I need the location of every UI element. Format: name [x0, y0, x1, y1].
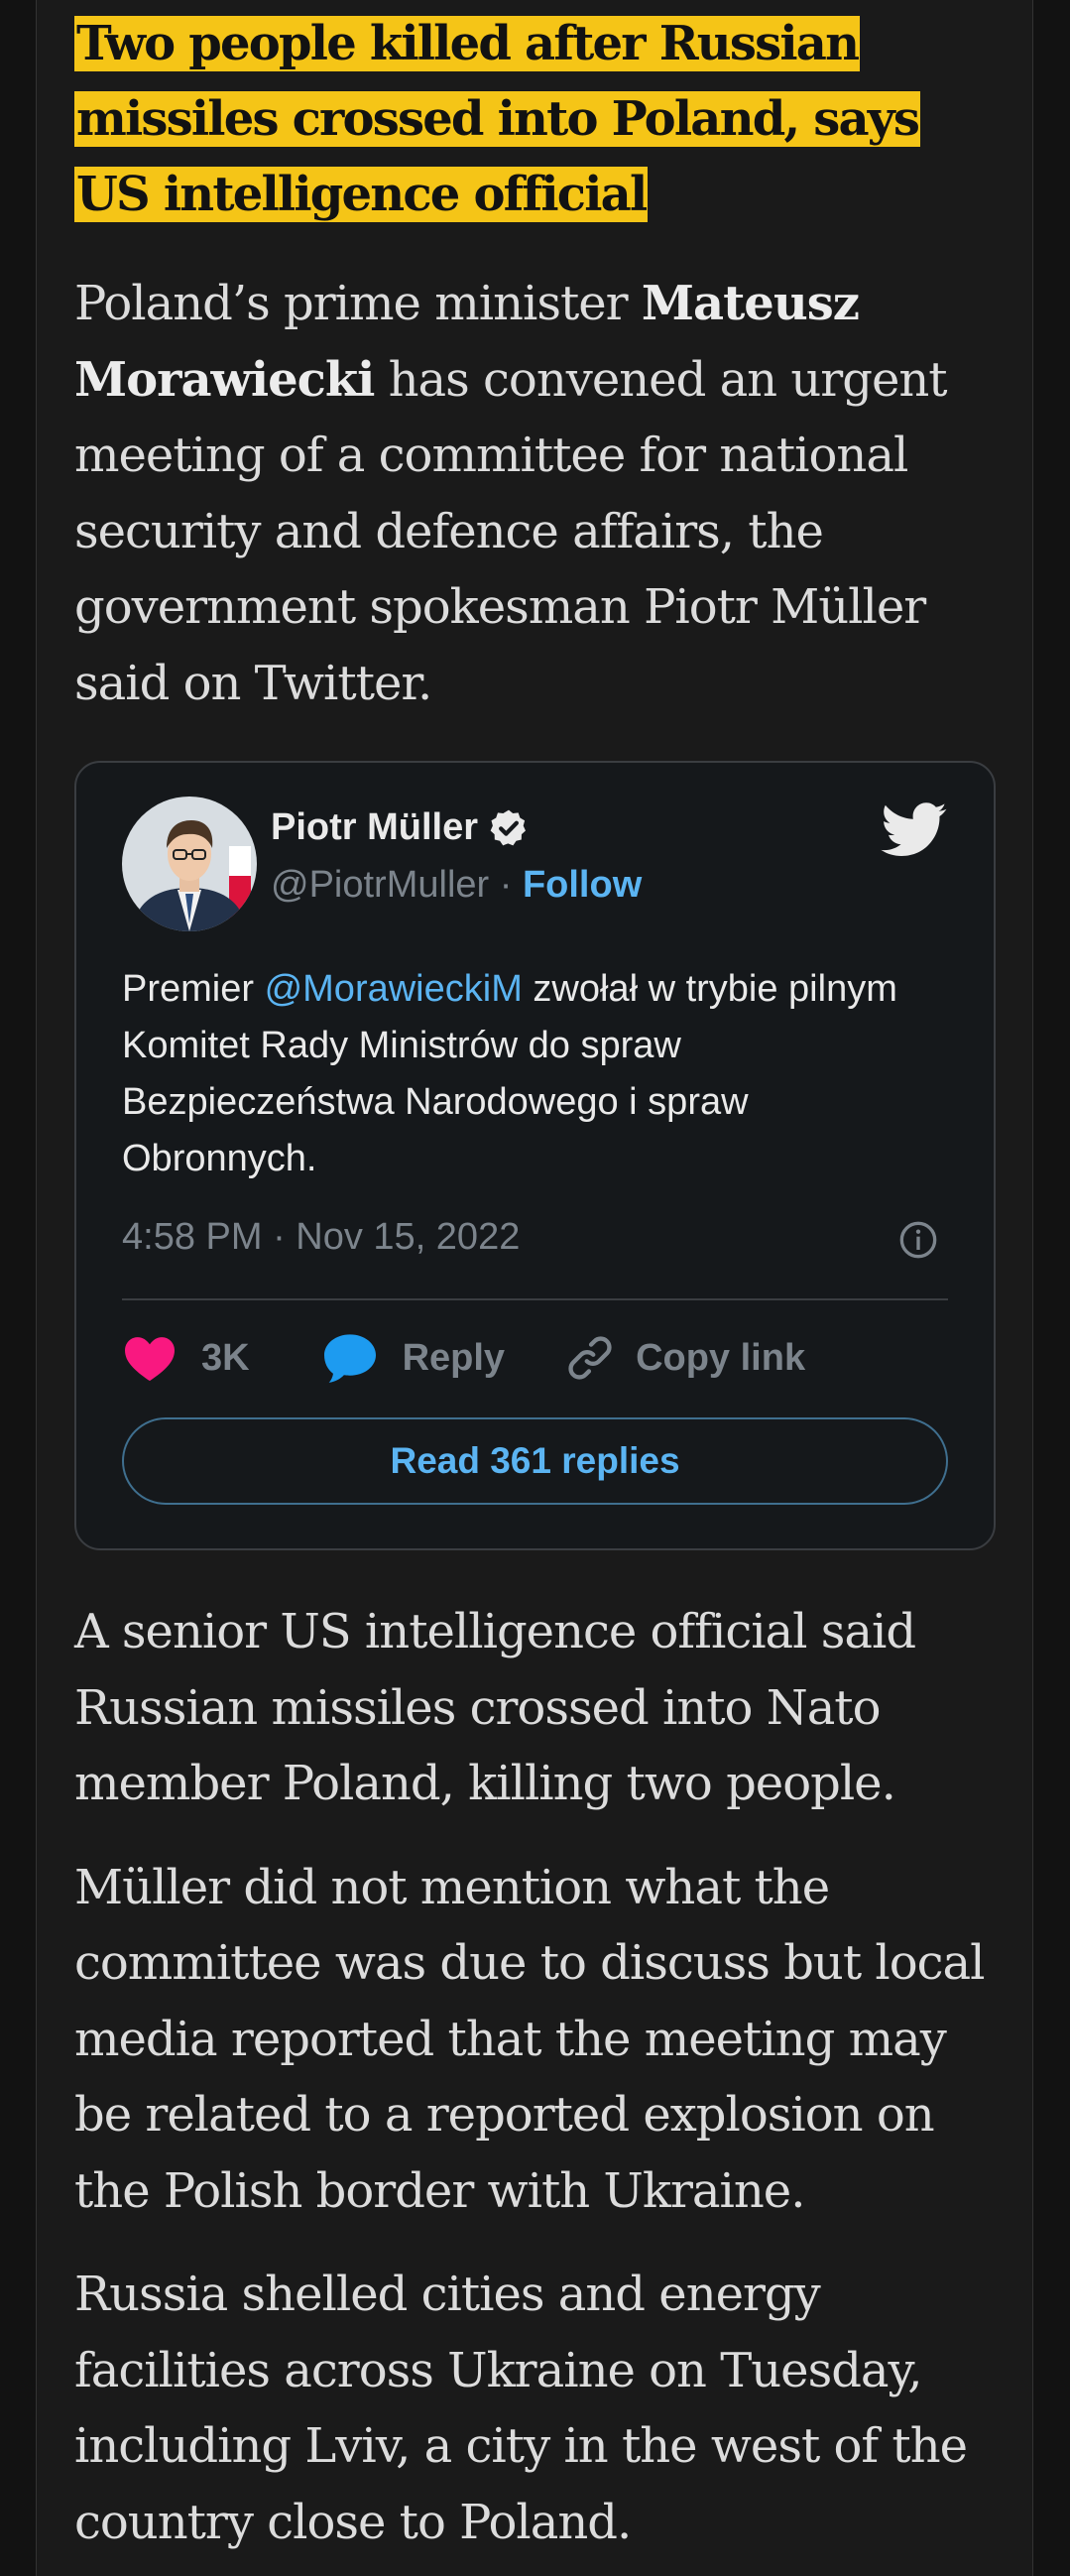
verified-badge-icon	[490, 809, 527, 845]
info-icon[interactable]	[898, 1220, 938, 1260]
headline-text: Two people killed after Russian missiles…	[74, 16, 921, 222]
article-headline: Two people killed after Russian missiles…	[74, 0, 997, 232]
like-button[interactable]: 3K	[122, 1333, 250, 1383]
body-paragraph-1: A senior US intelligence official said R…	[74, 1604, 916, 1811]
tweet-timestamp[interactable]: 4:58 PM · Nov 15, 2022	[122, 1216, 520, 1259]
embedded-tweet: Piotr Müller @PiotrMuller · Follow Premi…	[74, 761, 996, 1550]
reply-button[interactable]: Reply	[321, 1332, 505, 1384]
article-page: Two people killed after Russian missiles…	[36, 0, 1033, 2576]
body-paragraph-2: Müller did not mention what the committe…	[74, 1859, 985, 2219]
tweet-actions: 3K Reply Copy link	[122, 1328, 805, 1388]
handle-separator: ·	[489, 864, 523, 906]
copy-link-button[interactable]: Copy link	[564, 1332, 805, 1384]
read-replies-button[interactable]: Read 361 replies	[122, 1417, 948, 1505]
tweet-text-start: Premier	[122, 968, 265, 1010]
speech-bubble-icon	[323, 1334, 376, 1383]
tweet-text: Premier @MorawieckiM zwołał w trybie pil…	[122, 961, 935, 1187]
heart-icon	[125, 1337, 175, 1382]
tweet-author-name[interactable]: Piotr Müller	[271, 806, 478, 849]
twitter-bird-icon[interactable]	[881, 802, 948, 858]
link-icon	[568, 1336, 612, 1380]
tweet-author-row: Piotr Müller	[271, 806, 530, 849]
follow-button[interactable]: Follow	[523, 864, 642, 906]
tweet-mention-link[interactable]: @MorawieckiM	[265, 968, 523, 1010]
copy-link-label: Copy link	[636, 1336, 806, 1379]
avatar[interactable]	[122, 797, 257, 931]
article-body: Two people killed after Russian missiles…	[74, 0, 997, 2560]
tweet-handle-row: @PiotrMuller · Follow	[271, 864, 642, 907]
intro-paragraph: Poland’s prime minister Mateusz Morawiec…	[74, 266, 997, 721]
tweet-divider	[122, 1298, 948, 1300]
intro-text-start: Poland’s prime minister	[74, 276, 642, 331]
body-paragraph-3: Russia shelled cities and energy facilit…	[74, 2267, 968, 2550]
tweet-handle[interactable]: @PiotrMuller	[271, 864, 489, 906]
reply-label: Reply	[402, 1336, 506, 1379]
like-count: 3K	[201, 1336, 250, 1379]
